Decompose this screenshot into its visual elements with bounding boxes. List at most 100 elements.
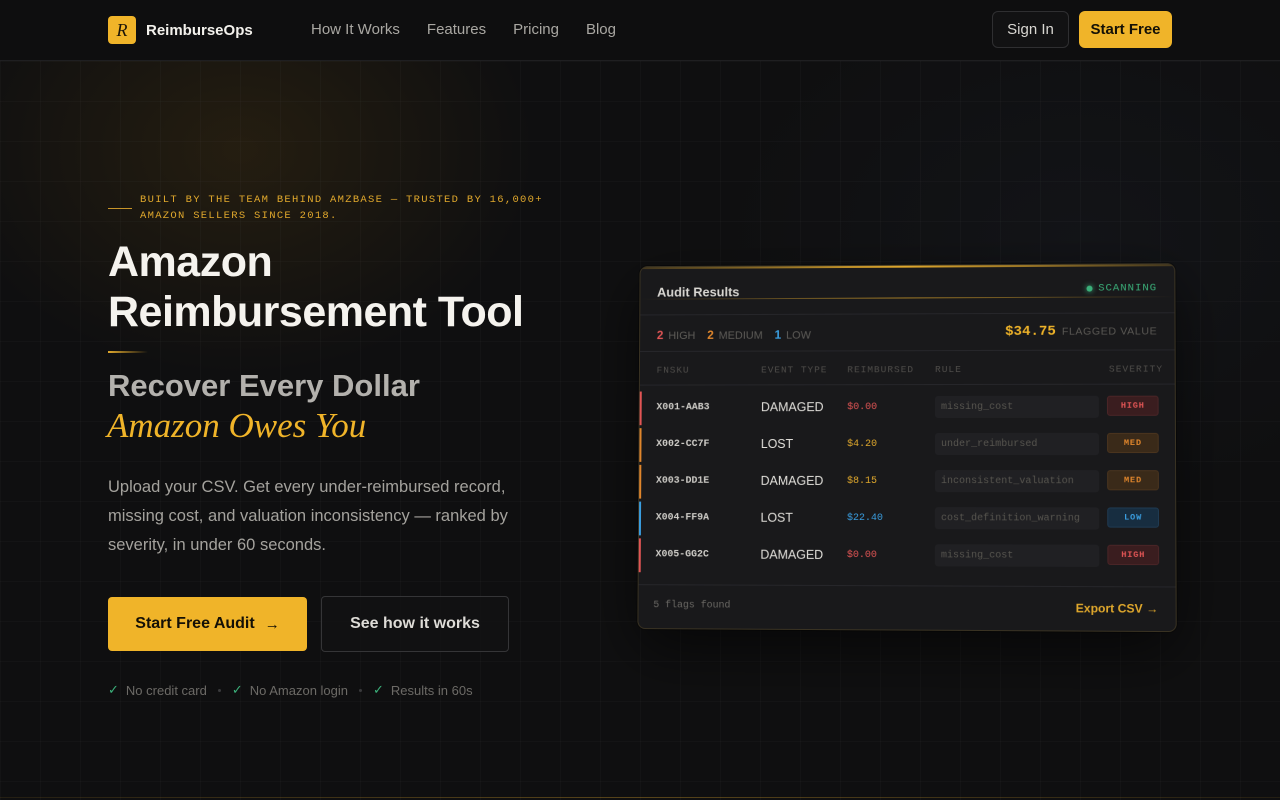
start-free-audit-label: Start Free Audit (135, 615, 255, 632)
cell-event: DAMAGED (760, 547, 824, 562)
eyebrow: BUILT BY THE TEAM BEHIND AMZBASE — TRUST… (108, 193, 548, 224)
cell-event: DAMAGED (760, 473, 824, 488)
logo-mark: R (108, 16, 136, 44)
severity-badge: MED (1107, 432, 1159, 454)
table-body: X001-AAB3 DAMAGED $0.00 missing_cost HIG… (638, 389, 1176, 576)
count-high-label: HIGH (668, 330, 696, 343)
table-row[interactable]: X004-FF9A LOST $22.40 cost_definition_wa… (638, 500, 1175, 538)
col-fnsku: FNSKU (656, 364, 690, 376)
subtitle-line-2: Amazon Owes You (107, 406, 367, 445)
subtitle-line-1: Recover Every Dollar (108, 368, 420, 403)
audit-results-panel: Audit Results SCANNING 2 HIGH 2 MEDIUM 1… (637, 263, 1177, 633)
export-csv-link[interactable]: Export CSV → (1076, 601, 1159, 616)
trust-item: ✓ No Amazon login (232, 682, 348, 698)
panel-footer: 5 flags found Export CSV → (638, 584, 1176, 633)
col-event-type: EVENT TYPE (761, 364, 828, 376)
cell-reimbursed: $0.00 (846, 549, 877, 562)
cell-fnsku: X001-AAB3 (656, 402, 710, 414)
severity-badge: HIGH (1106, 395, 1159, 416)
scanning-status: SCANNING (1086, 282, 1158, 295)
page-title: Amazon Reimbursement Tool (108, 237, 588, 337)
severity-counts: 2 HIGH 2 MEDIUM 1 LOW (657, 328, 823, 342)
count-medium: 2 MEDIUM (707, 328, 763, 342)
check-icon: ✓ (231, 682, 243, 697)
nav-link-blog[interactable]: Blog (586, 21, 616, 38)
nav-link-how-it-works[interactable]: How It Works (311, 21, 400, 38)
title-line-2: Reimbursement Tool (108, 288, 524, 336)
table-row[interactable]: X001-AAB3 DAMAGED $0.00 missing_cost HIG… (639, 389, 1175, 427)
cell-event: DAMAGED (760, 400, 824, 415)
separator-dot (359, 688, 363, 692)
flagged-value: $34.75 FLAGGED VALUE (1005, 323, 1157, 340)
eyebrow-text: BUILT BY THE TEAM BEHIND AMZBASE — TRUST… (140, 194, 543, 222)
sign-in-button[interactable]: Sign In (992, 11, 1069, 48)
cell-fnsku: X002-CC7F (656, 439, 710, 450)
count-low: 1 LOW (775, 328, 811, 342)
scanning-label: SCANNING (1098, 282, 1158, 295)
cell-rule: inconsistent_valuation (934, 470, 1100, 493)
cell-reimbursed: $0.00 (847, 402, 878, 414)
table-row[interactable]: X005-GG2C DAMAGED $0.00 missing_cost HIG… (638, 536, 1176, 575)
cell-fnsku: X004-FF9A (655, 512, 710, 524)
top-nav: R ReimburseOps How It Works Features Pri… (0, 0, 1280, 61)
col-reimbursed: REIMBURSED (847, 364, 915, 376)
brand-name: ReimburseOps (146, 21, 253, 39)
severity-bar (638, 538, 641, 573)
col-severity: SEVERITY (1108, 363, 1164, 375)
separator-dot (217, 688, 221, 692)
title-line-1: Amazon (108, 238, 273, 286)
flagged-amount: $34.75 (1005, 323, 1056, 340)
cell-rule: cost_definition_warning (934, 507, 1100, 530)
count-medium-number: 2 (707, 328, 714, 342)
severity-badge: LOW (1107, 507, 1160, 528)
section-divider (0, 797, 1280, 798)
nav-link-pricing[interactable]: Pricing (513, 21, 559, 38)
cell-event: LOST (760, 510, 793, 525)
flagged-label: FLAGGED VALUE (1061, 325, 1158, 338)
logo[interactable]: R ReimburseOps (108, 16, 253, 44)
hero-description: Upload your CSV. Get every under-reimbur… (108, 478, 508, 554)
table-header: FNSKU EVENT TYPE REIMBURSED RULE SEVERIT… (639, 350, 1175, 386)
severity-bar (639, 428, 642, 462)
eyebrow-rule (108, 208, 132, 209)
trust-item: ✓ No credit card (108, 682, 207, 698)
start-free-button[interactable]: Start Free (1079, 11, 1172, 48)
severity-badge: MED (1107, 470, 1159, 491)
panel-header: Audit Results SCANNING (640, 264, 1175, 316)
check-icon: ✓ (108, 682, 119, 697)
trust-label: Results in 60s (390, 682, 473, 698)
status-dot-icon (1086, 285, 1093, 292)
cell-fnsku: X003-DD1E (655, 475, 710, 487)
trust-label: No credit card (125, 682, 207, 698)
severity-summary: 2 HIGH 2 MEDIUM 1 LOW $34.75 FLAGGED VAL… (640, 313, 1175, 352)
cell-reimbursed: $8.15 (847, 475, 878, 487)
nav-links: How It Works Features Pricing Blog (311, 21, 643, 38)
trust-label: No Amazon login (249, 682, 349, 698)
start-free-audit-button[interactable]: Start Free Audit → (108, 597, 307, 651)
cell-rule: under_reimbursed (934, 432, 1100, 456)
see-how-it-works-button[interactable]: See how it works (321, 596, 509, 652)
count-low-number: 1 (774, 327, 782, 342)
trust-item: ✓ Results in 60s (373, 682, 473, 698)
count-high-number: 2 (656, 328, 664, 343)
severity-bar (638, 501, 642, 536)
count-low-label: LOW (786, 329, 811, 342)
count-medium-label: MEDIUM (718, 329, 763, 342)
flags-count: 5 flags found (653, 600, 731, 612)
cell-reimbursed: $22.40 (846, 512, 883, 525)
check-icon: ✓ (373, 682, 384, 697)
cell-reimbursed: $4.20 (847, 439, 878, 450)
title-divider (108, 351, 148, 353)
severity-bar (639, 391, 642, 426)
col-rule: RULE (935, 364, 962, 376)
severity-bar (639, 464, 642, 499)
nav-link-features[interactable]: Features (427, 21, 486, 38)
cell-event: LOST (760, 437, 794, 451)
count-high: 2 HIGH (657, 328, 696, 342)
table-row[interactable]: X003-DD1E DAMAGED $8.15 inconsistent_val… (639, 463, 1175, 501)
cell-rule: missing_cost (935, 395, 1099, 418)
table-row[interactable]: X002-CC7F LOST $4.20 under_reimbursed ME… (639, 426, 1175, 463)
cell-rule: missing_cost (934, 544, 1100, 567)
arrow-right-icon: → (264, 615, 280, 633)
cell-fnsku: X005-GG2C (655, 549, 709, 561)
